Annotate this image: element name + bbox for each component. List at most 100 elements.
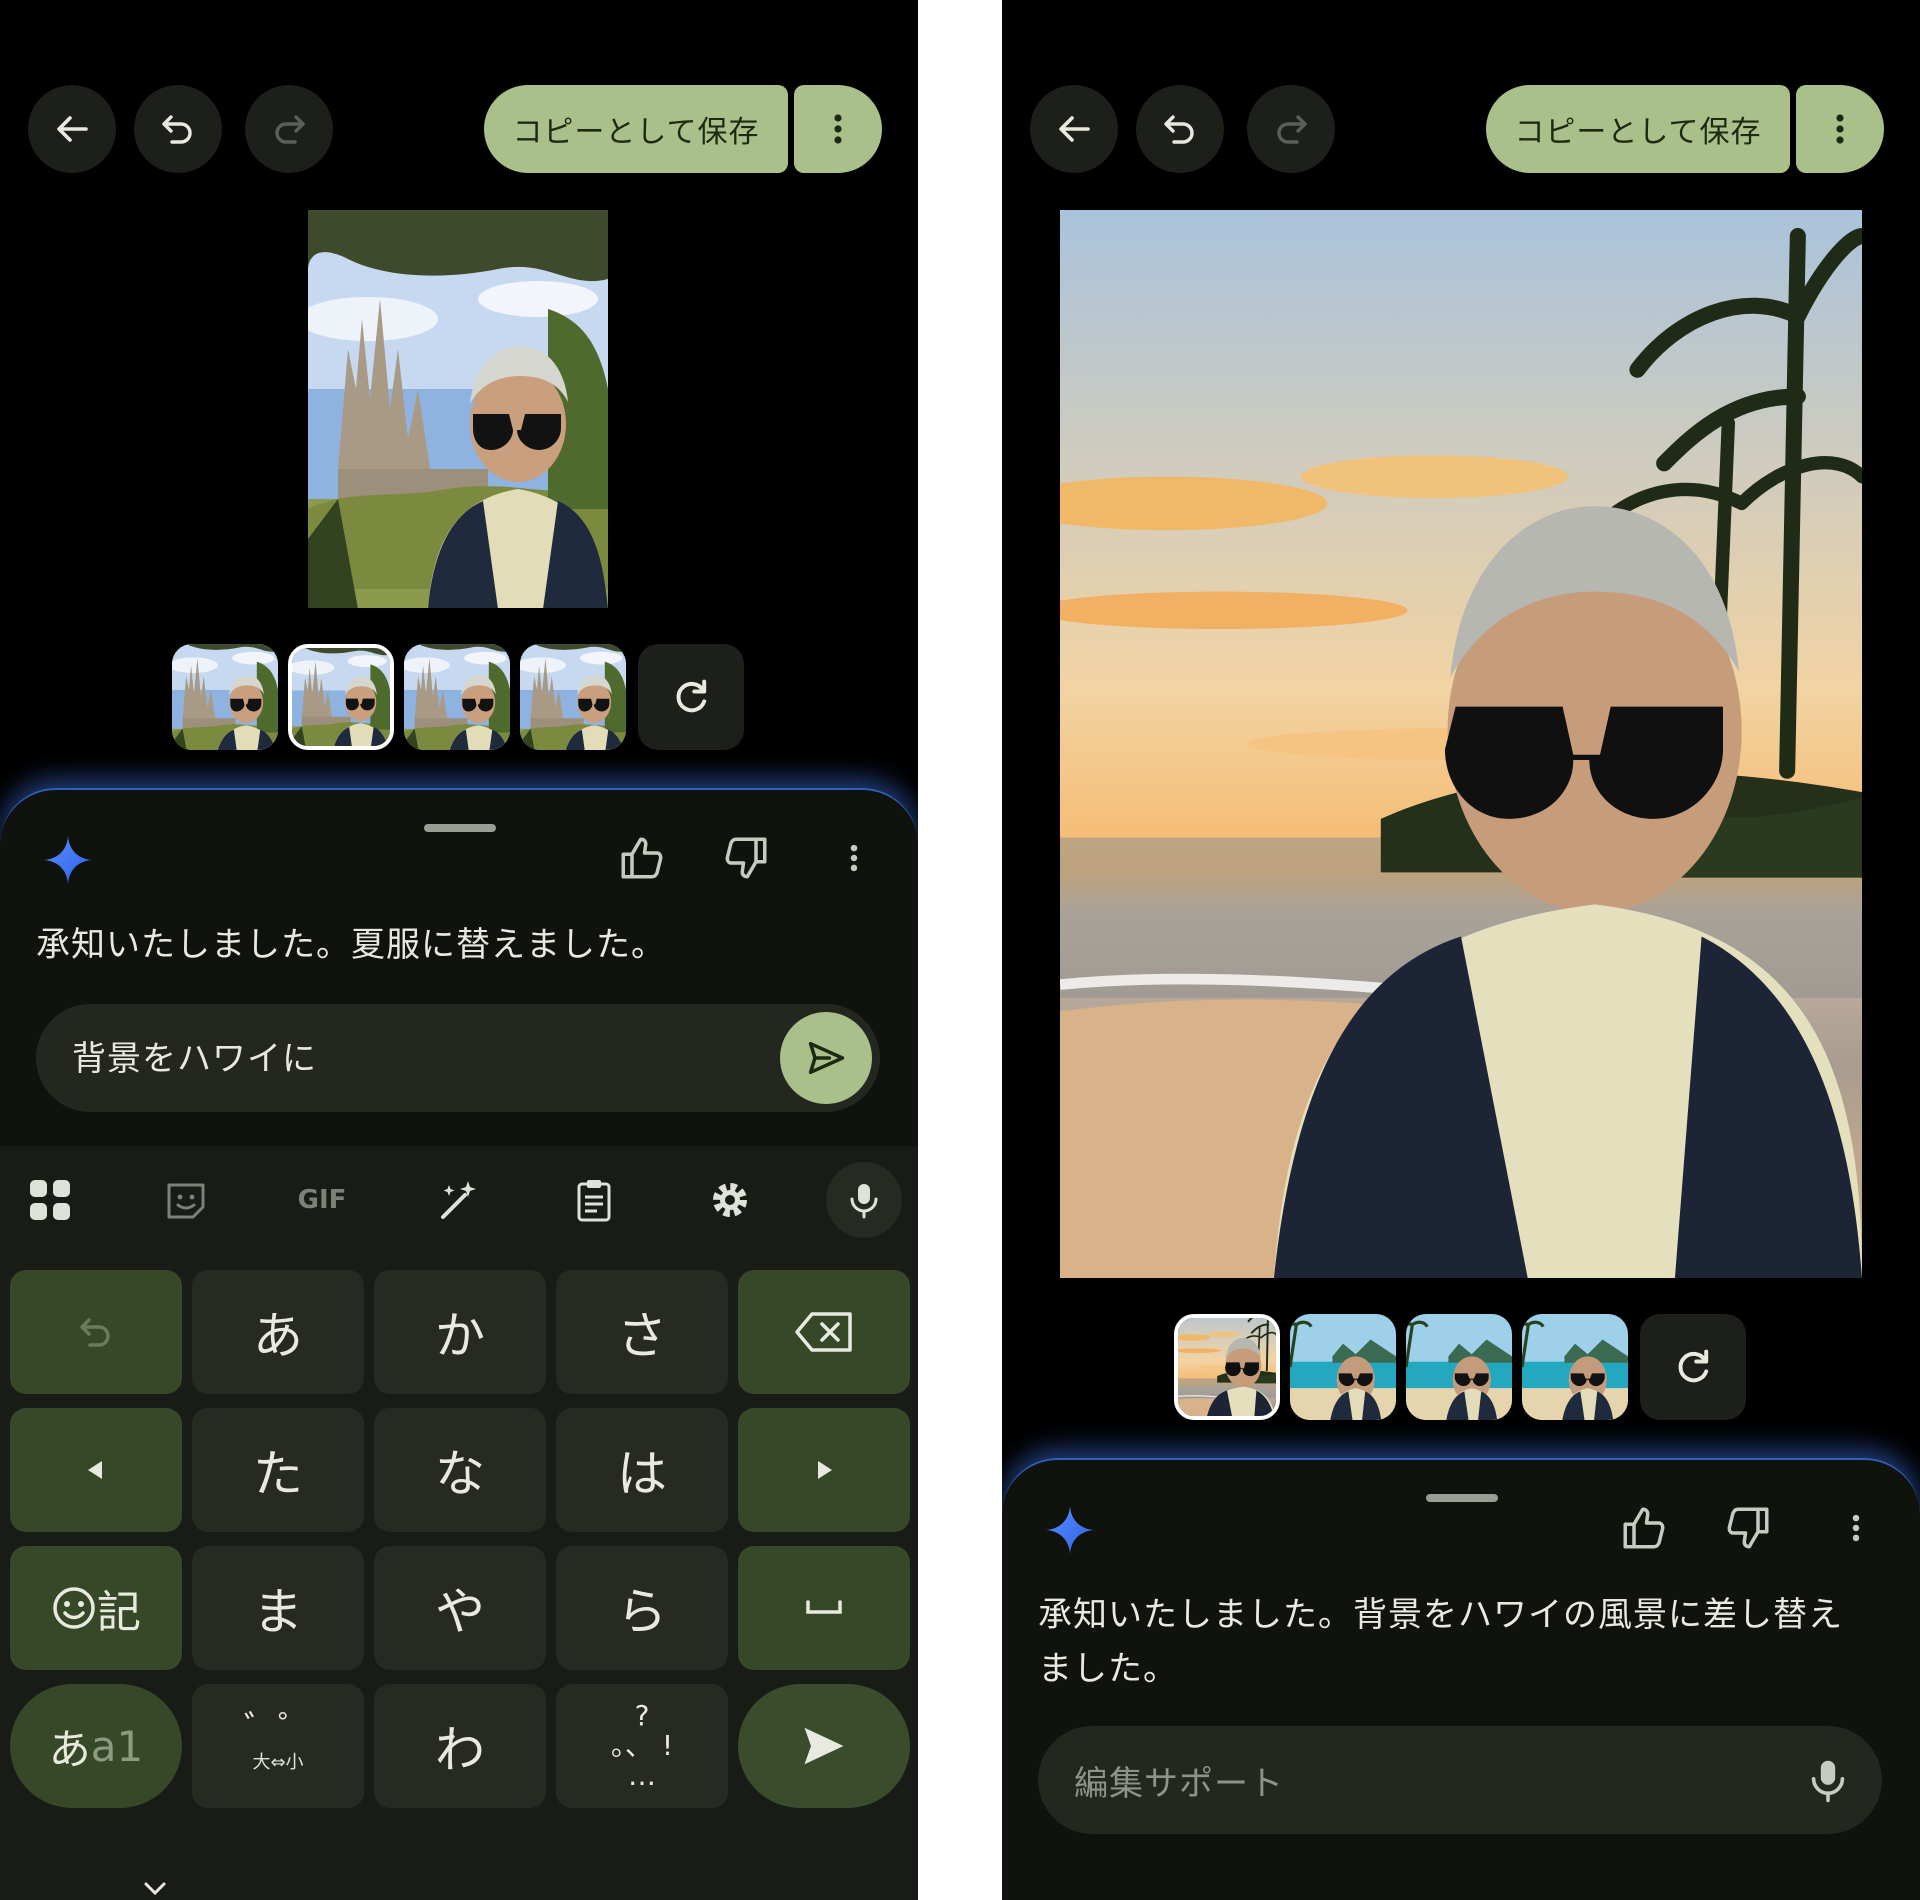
- variant-thumbnail-2-selected[interactable]: [288, 644, 394, 750]
- chevron-down-icon[interactable]: [140, 1880, 170, 1900]
- more-vertical-icon: [1820, 109, 1860, 149]
- variant-thumbnail-3[interactable]: [1406, 1314, 1512, 1420]
- regenerate-button[interactable]: [1640, 1314, 1746, 1420]
- more-vertical-icon: [836, 840, 872, 876]
- redo-button[interactable]: [1247, 85, 1335, 173]
- redo-button[interactable]: [245, 85, 333, 173]
- variant-thumbnail-1[interactable]: [172, 644, 278, 750]
- key-backspace[interactable]: [738, 1270, 910, 1394]
- key-ma[interactable]: ま: [192, 1546, 364, 1670]
- redo-icon: [1271, 109, 1311, 149]
- refresh-icon: [669, 675, 713, 719]
- thumbs-up-button[interactable]: [614, 830, 670, 886]
- punct-mid-label: 。、 !: [610, 1729, 674, 1762]
- mode-alpha-label: a1: [90, 1721, 144, 1771]
- prompt-input-value: 背景をハワイに: [72, 1039, 317, 1079]
- assistant-response: 承知いたしました。夏服に替えました。: [36, 925, 666, 965]
- variant-thumbnail-4[interactable]: [1522, 1314, 1628, 1420]
- assistant-panel: 承知いたしました。背景をハワイの風景に差し替え ました。 編集サポート: [1002, 1458, 1920, 1900]
- refresh-icon: [1671, 1345, 1715, 1389]
- key-dakuten[interactable]: ゛゜ 大⇔小: [192, 1684, 364, 1808]
- dakuten-label: ゛゜: [244, 1709, 312, 1749]
- regenerate-button[interactable]: [638, 644, 744, 750]
- thumbs-up-button[interactable]: [1616, 1500, 1672, 1556]
- key-cursor-left[interactable]: [10, 1408, 182, 1532]
- sticker-button[interactable]: [154, 1168, 218, 1232]
- key-input-mode[interactable]: あ a1: [10, 1684, 182, 1808]
- prompt-input[interactable]: 背景をハワイに: [36, 1004, 880, 1112]
- sparkle-icon: [1044, 1504, 1096, 1556]
- edited-photo: [308, 210, 608, 608]
- send-icon: [804, 1036, 848, 1080]
- thumbs-down-icon: [721, 833, 771, 883]
- apps-grid-icon: [30, 1180, 70, 1220]
- key-na[interactable]: な: [374, 1408, 546, 1532]
- sparkle-icon: [42, 834, 94, 886]
- japanese-keyboard: GIF あ か さ た な は 記 ま や ら あ a1 ゛゜ 大⇔小 わ ? …: [0, 1146, 918, 1900]
- panel-more-button[interactable]: [1828, 1500, 1884, 1556]
- key-wa[interactable]: わ: [374, 1684, 546, 1808]
- key-emoji-symbol[interactable]: 記: [10, 1546, 182, 1670]
- gif-button[interactable]: GIF: [290, 1168, 354, 1232]
- keyboard-settings-button[interactable]: [698, 1168, 762, 1232]
- undo-button[interactable]: [134, 85, 222, 173]
- voice-input-button[interactable]: [826, 1162, 902, 1238]
- triangle-left-icon: [88, 1461, 102, 1479]
- dakuten-sub-label: 大⇔小: [252, 1752, 304, 1773]
- key-space[interactable]: [738, 1546, 910, 1670]
- right-phone-screen: コピーとして保存 承知いたしました。背景をハワイの風景に差し替え ました。 編集…: [1002, 0, 1920, 1900]
- arrow-left-icon: [52, 109, 92, 149]
- clipboard-icon: [577, 1180, 611, 1222]
- keyboard-apps-button[interactable]: [18, 1168, 82, 1232]
- key-undo[interactable]: [10, 1270, 182, 1394]
- key-ta[interactable]: た: [192, 1408, 364, 1532]
- undo-icon: [76, 1312, 116, 1352]
- back-button[interactable]: [1030, 85, 1118, 173]
- undo-button[interactable]: [1136, 85, 1224, 173]
- send-button[interactable]: [780, 1012, 872, 1104]
- magic-wand-icon: [441, 1181, 476, 1219]
- variant-thumbnail-1-selected[interactable]: [1174, 1314, 1280, 1420]
- drag-handle[interactable]: [424, 824, 496, 832]
- arrow-left-icon: [1054, 109, 1094, 149]
- variant-thumbnail-4[interactable]: [520, 644, 626, 750]
- thumbs-down-button[interactable]: [1720, 1500, 1776, 1556]
- backspace-icon: [795, 1312, 852, 1352]
- punct-top-label: ?: [634, 1699, 650, 1732]
- key-a[interactable]: あ: [192, 1270, 364, 1394]
- panel-more-button[interactable]: [826, 830, 882, 886]
- variant-thumbnail-3[interactable]: [404, 644, 510, 750]
- sticker-icon: [167, 1183, 205, 1219]
- overflow-menu-button[interactable]: [794, 85, 882, 173]
- microphone-icon: [1804, 1756, 1852, 1804]
- key-ka[interactable]: か: [374, 1270, 546, 1394]
- save-as-copy-button[interactable]: コピーとして保存: [1486, 85, 1790, 173]
- thumbs-down-icon: [1723, 1503, 1773, 1553]
- key-ya[interactable]: や: [374, 1546, 546, 1670]
- drag-handle[interactable]: [1426, 1494, 1498, 1502]
- undo-icon: [158, 109, 198, 149]
- thumbs-down-button[interactable]: [718, 830, 774, 886]
- save-as-copy-button[interactable]: コピーとして保存: [484, 85, 788, 173]
- key-punctuation[interactable]: ? 。、 ! …: [556, 1684, 728, 1808]
- microphone-icon: [844, 1180, 884, 1220]
- more-vertical-icon: [1838, 1510, 1874, 1546]
- key-ra[interactable]: ら: [556, 1546, 728, 1670]
- overflow-menu-button[interactable]: [1796, 85, 1884, 173]
- space-icon: [806, 1600, 842, 1614]
- punct-bottom-label: …: [628, 1759, 656, 1792]
- smiley-icon: [53, 1587, 95, 1629]
- voice-input-button[interactable]: [1804, 1756, 1852, 1804]
- thumbs-up-icon: [1619, 1503, 1669, 1553]
- assistant-response: 承知いたしました。背景をハワイの風景に差し替え ました。: [1038, 1588, 1884, 1696]
- key-cursor-right[interactable]: [738, 1408, 910, 1532]
- variant-thumbnail-2[interactable]: [1290, 1314, 1396, 1420]
- key-enter[interactable]: [738, 1684, 910, 1808]
- key-sa[interactable]: さ: [556, 1270, 728, 1394]
- prompt-input[interactable]: 編集サポート: [1038, 1726, 1882, 1834]
- clipboard-button[interactable]: [562, 1168, 626, 1232]
- magic-wand-button[interactable]: [426, 1168, 490, 1232]
- undo-icon: [1160, 109, 1200, 149]
- key-ha[interactable]: は: [556, 1408, 728, 1532]
- back-button[interactable]: [28, 85, 116, 173]
